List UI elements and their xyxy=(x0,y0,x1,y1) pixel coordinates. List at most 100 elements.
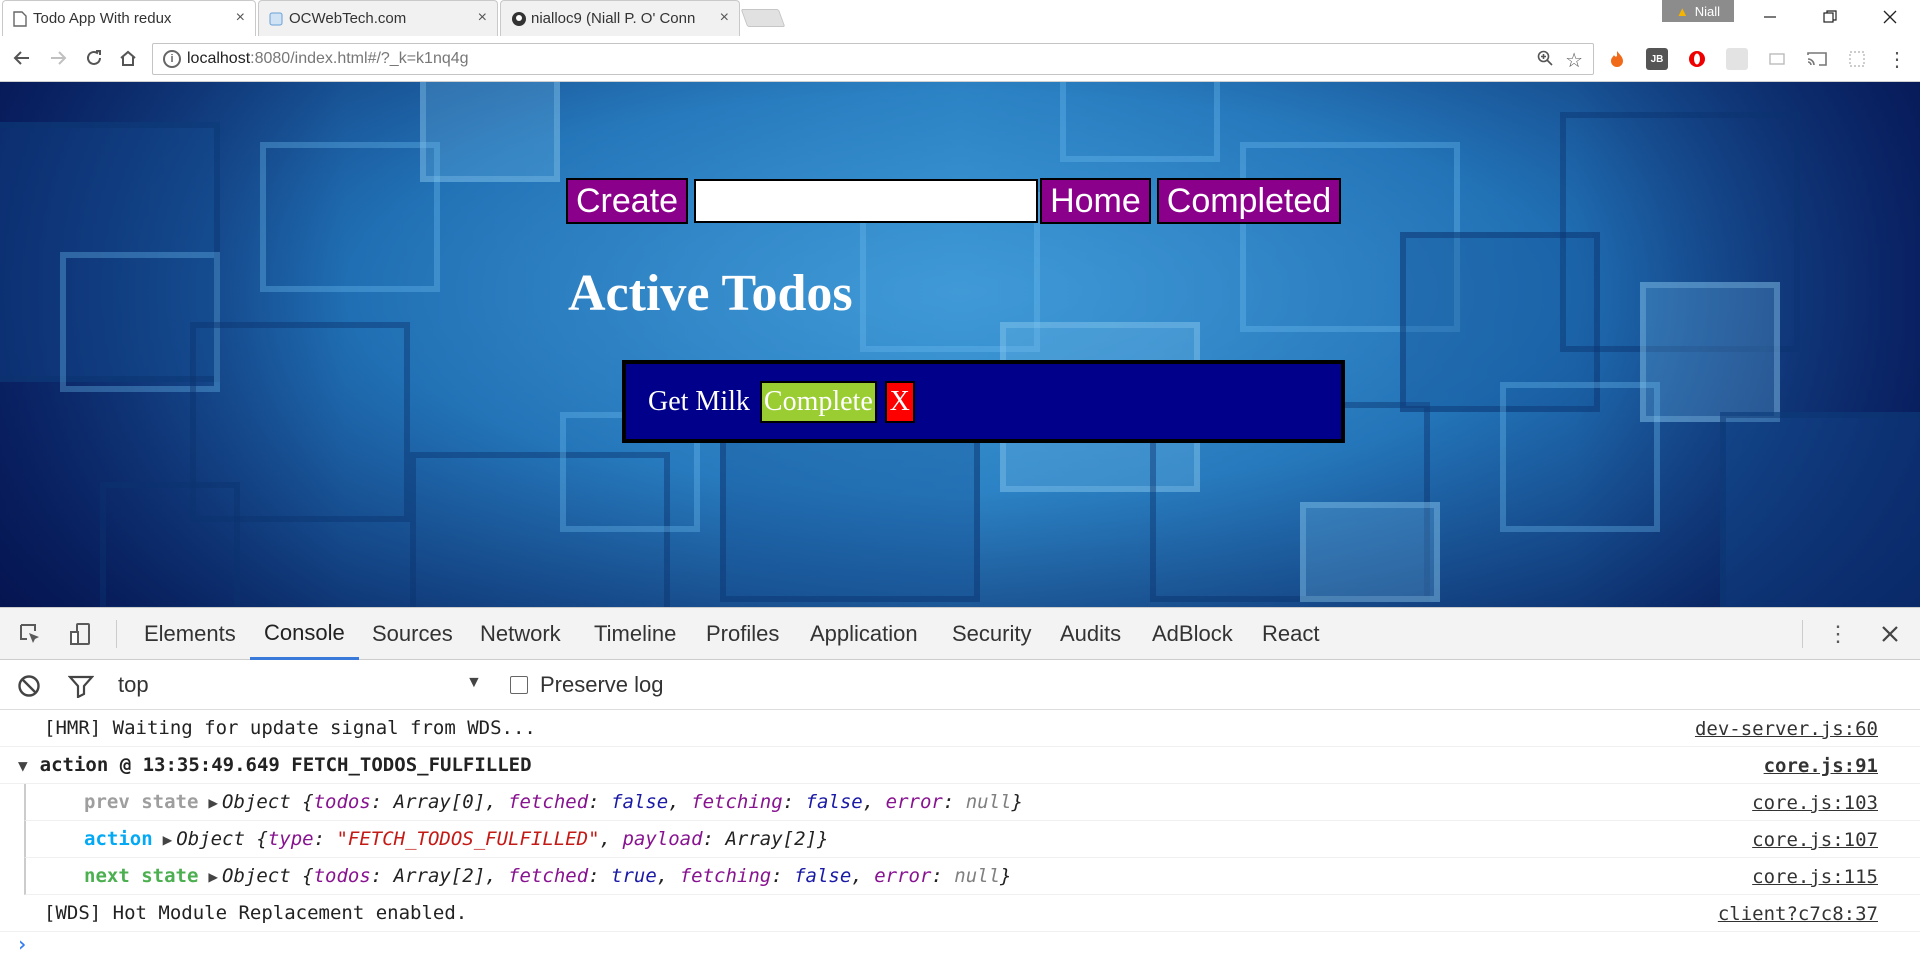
devtools-panel: Elements Console Sources Network Timelin… xyxy=(0,607,1920,980)
console-toolbar: top ▼ Preserve log xyxy=(0,660,1920,710)
tab-adblock[interactable]: AdBlock xyxy=(1138,608,1247,660)
tab-audits[interactable]: Audits xyxy=(1046,608,1135,660)
tab-elements[interactable]: Elements xyxy=(130,608,250,660)
source-link[interactable]: core.js:103 xyxy=(1752,792,1878,814)
url-path: :8080/index.html#/?_k=k1nq4g xyxy=(250,50,469,67)
home-link[interactable]: Home xyxy=(1040,178,1151,224)
prompt-chevron-icon: › xyxy=(16,932,29,956)
address-bar[interactable]: i localhost:8080/index.html#/?_k=k1nq4g … xyxy=(152,43,1594,75)
object-preview[interactable]: Object {todos: Array[0], fetched: false,… xyxy=(222,791,1023,813)
github-icon xyxy=(511,11,526,27)
dropdown-arrow-icon[interactable]: ▼ xyxy=(466,674,482,692)
forward-icon[interactable] xyxy=(44,44,72,72)
console-message: prev state ▶ Object {todos: Array[0], fe… xyxy=(24,784,1920,821)
profile-badge[interactable]: ▲ Niall xyxy=(1662,0,1734,22)
tab-profiles[interactable]: Profiles xyxy=(692,608,793,660)
tab-todo-app[interactable]: Todo App With redux × xyxy=(2,0,256,36)
console-message: [WDS] Hot Module Replacement enabled. cl… xyxy=(0,895,1920,932)
todo-list: Get Milk Complete X xyxy=(622,360,1345,443)
opera-extension-icon[interactable] xyxy=(1686,48,1708,70)
info-icon[interactable]: i xyxy=(163,50,181,68)
browser-toolbar: i localhost:8080/index.html#/?_k=k1nq4g … xyxy=(0,36,1920,82)
source-link[interactable]: dev-server.js:60 xyxy=(1695,718,1878,740)
globe-icon xyxy=(269,11,283,27)
close-icon[interactable]: × xyxy=(236,9,245,27)
extension-icon[interactable] xyxy=(1846,48,1868,70)
devtools-menu-icon[interactable]: ⋮ xyxy=(1822,618,1854,650)
todo-item-text: Get Milk xyxy=(648,385,750,417)
preserve-log-toggle[interactable]: Preserve log xyxy=(510,672,664,698)
close-window-icon[interactable] xyxy=(1860,0,1920,34)
console-log: [HMR] Waiting for update signal from WDS… xyxy=(0,710,1920,969)
jetbrains-extension-icon[interactable]: JB xyxy=(1646,48,1668,70)
warning-icon: ▲ xyxy=(1675,3,1689,19)
preserve-log-checkbox[interactable] xyxy=(510,676,528,694)
console-prompt[interactable]: › xyxy=(0,932,1920,969)
divider xyxy=(116,620,117,648)
source-link[interactable]: client?c7c8:37 xyxy=(1718,903,1878,925)
source-link[interactable]: core.js:91 xyxy=(1764,755,1878,777)
fire-extension-icon[interactable] xyxy=(1606,48,1628,70)
tab-timeline[interactable]: Timeline xyxy=(580,608,690,660)
restore-icon[interactable] xyxy=(1800,0,1860,34)
tab-application[interactable]: Application xyxy=(796,608,932,660)
preserve-log-label: Preserve log xyxy=(540,672,664,697)
message-text: [HMR] Waiting for update signal from WDS… xyxy=(44,717,536,739)
web-page: Create Home Completed Active Todos Get M… xyxy=(0,82,1920,607)
completed-link[interactable]: Completed xyxy=(1156,178,1342,224)
expand-triangle-icon[interactable]: ▶ xyxy=(208,793,218,812)
expand-triangle-icon[interactable]: ▶ xyxy=(208,867,218,886)
create-button[interactable]: Create xyxy=(566,178,689,224)
home-icon[interactable] xyxy=(114,44,142,72)
browser-tabstrip: Todo App With redux × OCWebTech.com × ni… xyxy=(0,0,1920,36)
zoom-icon[interactable] xyxy=(1537,50,1553,71)
filter-icon[interactable] xyxy=(66,671,96,701)
minimize-icon[interactable] xyxy=(1740,0,1800,34)
console-message: next state ▶ Object {todos: Array[2], fe… xyxy=(24,858,1920,895)
tab-title: nialloc9 (Niall P. O' Conn xyxy=(531,10,696,27)
url-host: localhost xyxy=(187,50,251,67)
todo-input[interactable] xyxy=(694,179,1039,223)
close-icon[interactable]: × xyxy=(478,9,487,27)
document-icon xyxy=(13,11,27,27)
chrome-menu-icon[interactable]: ⋮ xyxy=(1886,48,1908,71)
tab-title: Todo App With redux xyxy=(33,10,172,27)
action-label: action xyxy=(84,828,153,850)
expand-triangle-icon[interactable]: ▶ xyxy=(163,830,173,849)
close-devtools-icon[interactable] xyxy=(1874,618,1906,650)
context-selector[interactable]: top xyxy=(118,672,149,698)
group-title: action @ 13:35:49.649 FETCH_TODOS_FULFIL… xyxy=(39,754,532,776)
prev-state-label: prev state xyxy=(84,791,199,813)
page-title: Active Todos xyxy=(568,265,853,322)
tab-security[interactable]: Security xyxy=(938,608,1045,660)
tab-sources[interactable]: Sources xyxy=(358,608,467,660)
complete-button[interactable]: Complete xyxy=(759,380,877,423)
tab-network[interactable]: Network xyxy=(466,608,575,660)
tab-github[interactable]: nialloc9 (Niall P. O' Conn × xyxy=(500,0,740,36)
tab-console[interactable]: Console xyxy=(250,608,359,660)
close-icon[interactable]: × xyxy=(720,9,729,27)
source-link[interactable]: core.js:107 xyxy=(1752,829,1878,851)
device-toolbar-icon[interactable] xyxy=(64,618,96,650)
bookmark-star-icon[interactable]: ☆ xyxy=(1565,48,1583,73)
clear-console-icon[interactable] xyxy=(14,671,44,701)
extension-icon[interactable] xyxy=(1726,48,1748,70)
inspect-element-icon[interactable] xyxy=(14,618,46,650)
tab-ocwebtech[interactable]: OCWebTech.com × xyxy=(258,0,498,36)
tab-react[interactable]: React xyxy=(1248,608,1333,660)
reload-icon[interactable] xyxy=(80,44,108,72)
tab-title: OCWebTech.com xyxy=(289,10,407,27)
divider xyxy=(1802,620,1803,648)
source-link[interactable]: core.js:115 xyxy=(1752,866,1878,888)
object-preview[interactable]: Object {type: "FETCH_TODOS_FULFILLED", p… xyxy=(176,828,828,850)
message-text: [WDS] Hot Module Replacement enabled. xyxy=(44,902,468,924)
collapse-triangle-icon[interactable]: ▼ xyxy=(18,756,28,775)
extension-icon[interactable] xyxy=(1766,48,1788,70)
delete-button[interactable]: X xyxy=(884,380,915,423)
back-icon[interactable] xyxy=(8,44,36,72)
cast-icon[interactable] xyxy=(1806,48,1828,70)
new-tab-button[interactable] xyxy=(740,9,786,27)
object-preview[interactable]: Object {todos: Array[2], fetched: true, … xyxy=(222,865,1011,887)
app-nav: Create Home Completed xyxy=(566,178,1342,224)
console-group-header[interactable]: ▼ action @ 13:35:49.649 FETCH_TODOS_FULF… xyxy=(0,747,1920,784)
